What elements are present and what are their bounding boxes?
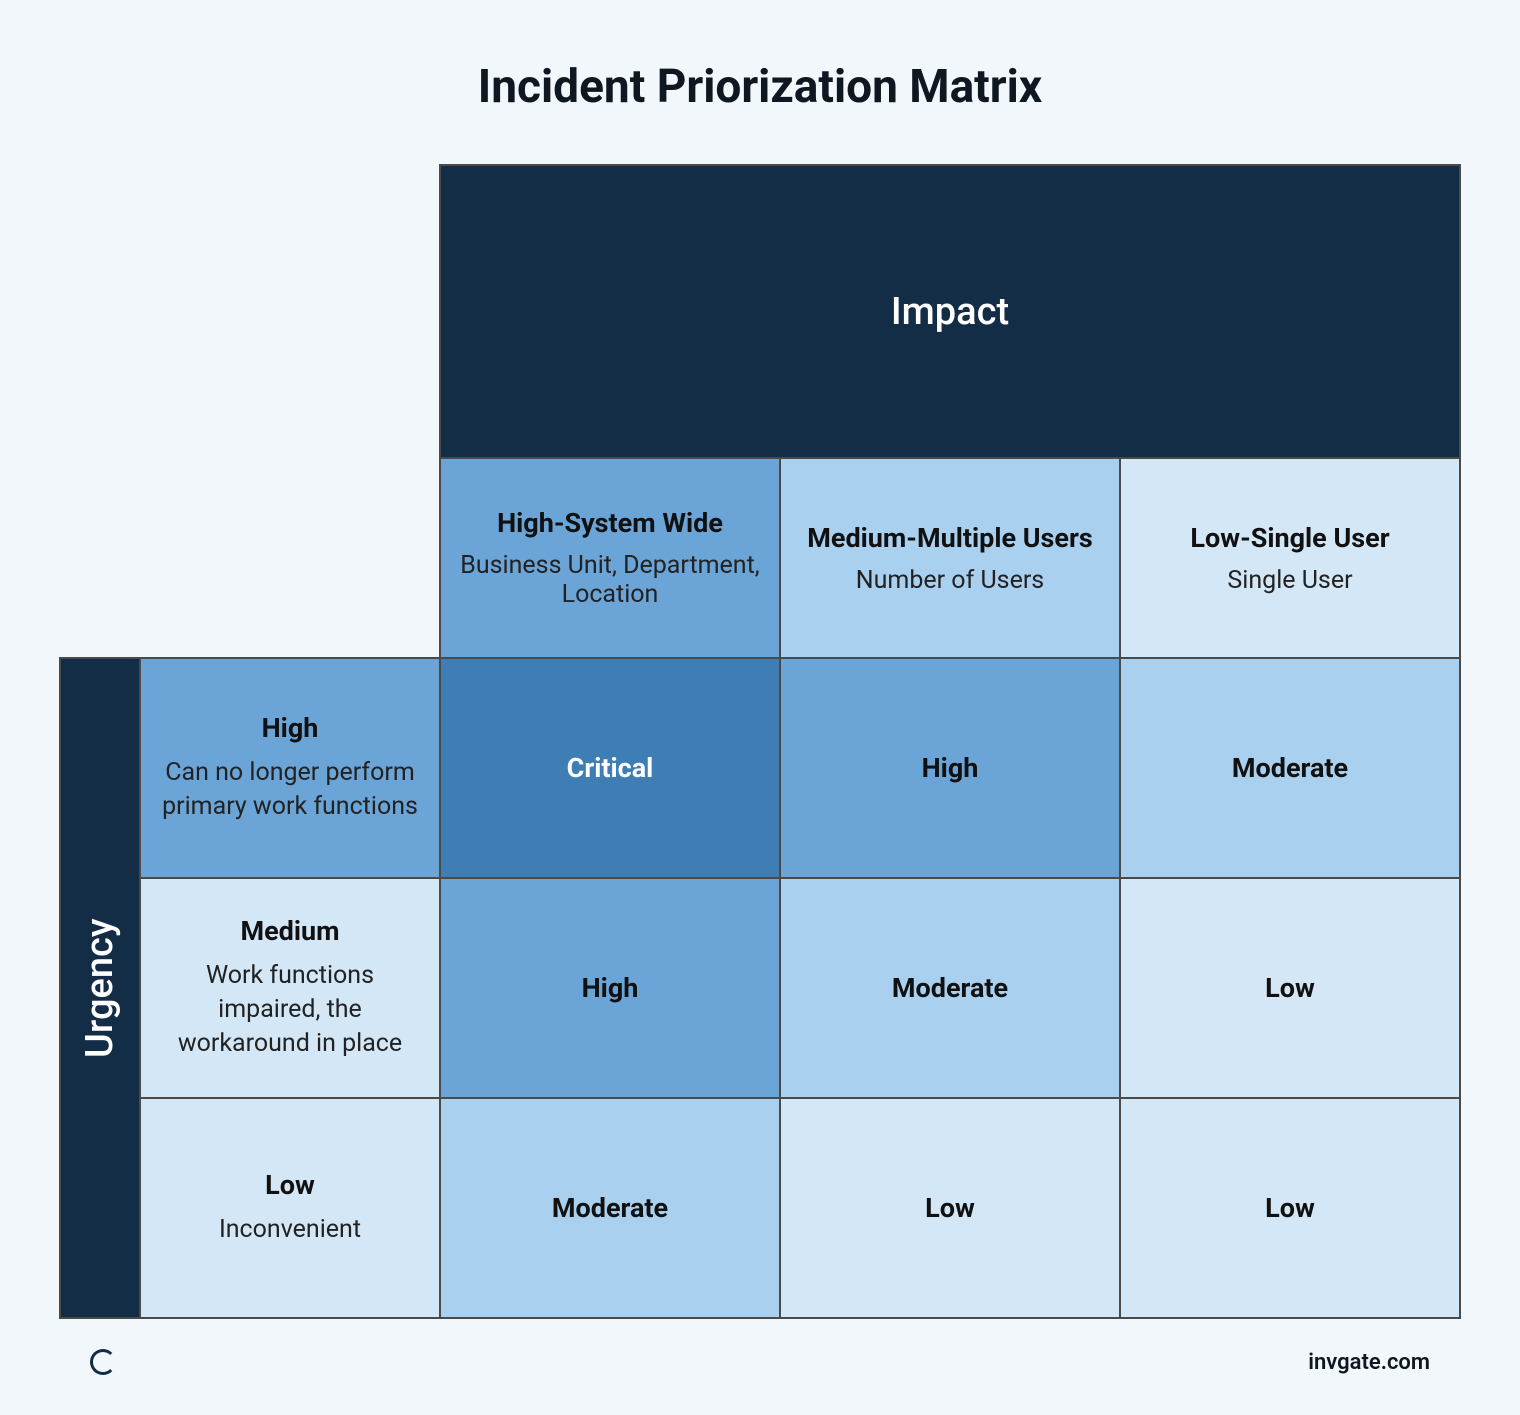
urgency-level-desc: Work functions impaired, the workaround … <box>159 959 421 1060</box>
priority-cell: Critical <box>440 658 780 878</box>
priority-cell: Moderate <box>780 878 1120 1098</box>
blank-cell <box>140 458 440 658</box>
blank-cell <box>60 458 140 658</box>
priority-matrix: Impact High-System Wide Business Unit, D… <box>59 164 1461 1319</box>
matrix-container: Impact High-System Wide Business Unit, D… <box>60 164 1460 1319</box>
blank-cell <box>140 165 440 458</box>
urgency-row-high: High Can no longer perform primary work … <box>140 658 440 878</box>
impact-level-desc: Number of Users <box>799 566 1101 595</box>
impact-col-high: High-System Wide Business Unit, Departme… <box>440 458 780 658</box>
urgency-level-label: Medium <box>159 915 421 947</box>
impact-level-desc: Single User <box>1139 566 1441 595</box>
urgency-row-medium: Medium Work functions impaired, the work… <box>140 878 440 1098</box>
impact-col-medium: Medium-Multiple Users Number of Users <box>780 458 1120 658</box>
impact-col-low: Low-Single User Single User <box>1120 458 1460 658</box>
impact-level-label: Medium-Multiple Users <box>799 522 1101 554</box>
priority-cell: Low <box>1120 878 1460 1098</box>
footer: invgate.com <box>60 1319 1460 1375</box>
priority-cell: Moderate <box>440 1098 780 1318</box>
urgency-level-desc: Inconvenient <box>159 1213 421 1247</box>
blank-cell <box>60 165 140 458</box>
urgency-level-label: High <box>159 712 421 744</box>
priority-cell: Low <box>1120 1098 1460 1318</box>
impact-level-desc: Business Unit, Department, Location <box>459 551 761 609</box>
impact-level-label: High-System Wide <box>459 507 761 539</box>
urgency-level-desc: Can no longer perform primary work funct… <box>159 756 421 824</box>
urgency-axis-label: Urgency <box>60 658 140 1318</box>
priority-cell: Moderate <box>1120 658 1460 878</box>
priority-cell: High <box>780 658 1120 878</box>
brand-logo-icon <box>90 1349 116 1375</box>
urgency-row-low: Low Inconvenient <box>140 1098 440 1318</box>
page-title: Incident Priorization Matrix <box>60 60 1460 114</box>
priority-cell: High <box>440 878 780 1098</box>
urgency-level-label: Low <box>159 1169 421 1201</box>
impact-level-label: Low-Single User <box>1139 522 1441 554</box>
priority-cell: Low <box>780 1098 1120 1318</box>
brand-label: invgate.com <box>1308 1350 1430 1375</box>
impact-axis-label: Impact <box>440 165 1460 458</box>
